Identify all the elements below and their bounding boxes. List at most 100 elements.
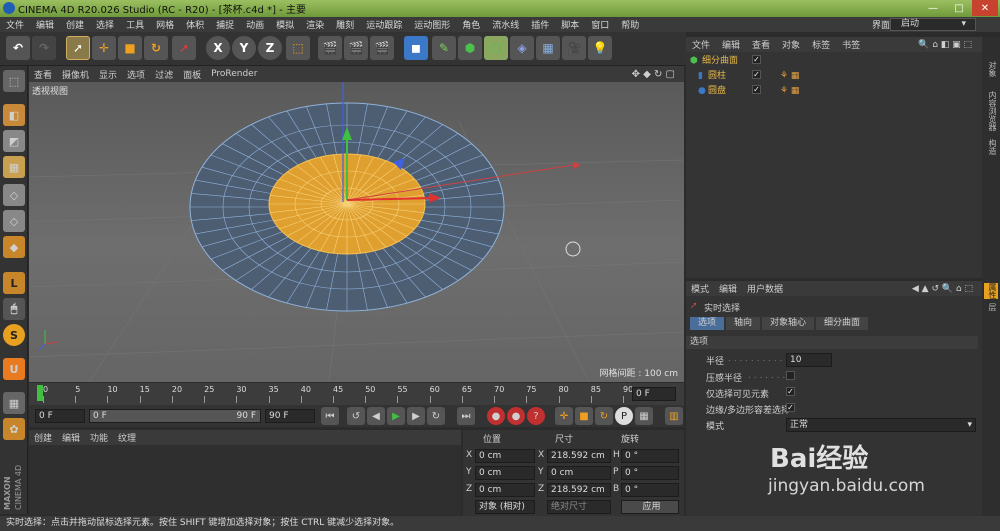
size-mode-select[interactable]: 绝对尺寸 bbox=[547, 500, 611, 514]
object-row[interactable]: ▮ 圆柱 ✓ ⚘ ▦ bbox=[686, 70, 982, 83]
tab-object-axis[interactable]: 对象轴心 bbox=[762, 317, 814, 330]
x-axis-toggle[interactable]: X bbox=[206, 36, 230, 60]
material-menu-create[interactable]: 创建 bbox=[29, 431, 57, 444]
material-menu-texture[interactable]: 纹理 bbox=[113, 431, 141, 444]
attribute-menu-mode[interactable]: 模式 bbox=[686, 282, 714, 295]
pen-spline-icon[interactable]: ✎ bbox=[432, 36, 456, 60]
previous-frame-icon[interactable]: ◀ bbox=[367, 407, 385, 425]
z-axis-toggle[interactable]: Z bbox=[258, 36, 282, 60]
apply-button[interactable]: 应用 bbox=[621, 500, 679, 514]
tab-structure[interactable]: 构造 bbox=[984, 139, 998, 155]
edge-tolerance-checkbox[interactable]: ✓ bbox=[786, 403, 795, 412]
end-frame-field[interactable]: 90 F bbox=[265, 409, 315, 423]
viewport-menu-filter[interactable]: 过滤 bbox=[150, 68, 178, 81]
key-pla-icon[interactable]: ▦ bbox=[635, 407, 653, 425]
object-row[interactable]: ⬢ 细分曲面 ✓ bbox=[686, 55, 982, 68]
minimize-button[interactable]: — bbox=[920, 0, 946, 16]
viewport-menu-camera[interactable]: 摄像机 bbox=[57, 68, 94, 81]
menu-animate[interactable]: 动画 bbox=[240, 18, 270, 31]
subdivision-surface-icon[interactable]: ⬢ bbox=[458, 36, 482, 60]
material-manager[interactable] bbox=[29, 445, 461, 515]
rot-p-field[interactable]: 0 ° bbox=[621, 466, 679, 480]
menu-pipeline[interactable]: 流水线 bbox=[486, 18, 525, 31]
size-z-field[interactable]: 218.592 cm bbox=[547, 483, 611, 497]
size-y-field[interactable]: 0 cm bbox=[547, 466, 611, 480]
menu-window[interactable]: 窗口 bbox=[585, 18, 615, 31]
menu-edit[interactable]: 编辑 bbox=[30, 18, 60, 31]
mode-select[interactable]: 正常 ▾ bbox=[786, 418, 976, 432]
keyframe-selection-icon[interactable]: ? bbox=[527, 407, 545, 425]
tag-icon[interactable]: ⚘ ▦ bbox=[780, 85, 799, 98]
start-frame-field[interactable]: 0 F bbox=[35, 409, 85, 423]
menu-render[interactable]: 渲染 bbox=[300, 18, 330, 31]
timeline-window-icon[interactable]: ▥ bbox=[665, 407, 683, 425]
workplane-icon[interactable]: ▦ bbox=[3, 156, 25, 178]
menu-plugins[interactable]: 插件 bbox=[525, 18, 555, 31]
object-menu-tags[interactable]: 标签 bbox=[806, 38, 836, 51]
viewport-menu-options[interactable]: 选项 bbox=[122, 68, 150, 81]
menu-volume[interactable]: 体积 bbox=[180, 18, 210, 31]
lock-workplane-icon[interactable]: ▦ bbox=[3, 392, 25, 414]
play-icon[interactable]: ▶ bbox=[387, 407, 405, 425]
rotate-icon[interactable]: ↻ bbox=[144, 36, 168, 60]
key-scale-icon[interactable]: ■ bbox=[575, 407, 593, 425]
y-axis-toggle[interactable]: Y bbox=[232, 36, 256, 60]
scale-icon[interactable]: ■ bbox=[118, 36, 142, 60]
visibility-toggle[interactable]: ✓ bbox=[752, 55, 761, 64]
tweak-mode-icon[interactable]: 🖱 bbox=[3, 298, 25, 320]
menu-simulate[interactable]: 模拟 bbox=[270, 18, 300, 31]
object-name[interactable]: 细分曲面 bbox=[702, 55, 738, 68]
tab-objects-vertical[interactable]: 对象 bbox=[984, 61, 998, 77]
next-frame-icon[interactable]: ▶ bbox=[407, 407, 425, 425]
menu-snap[interactable]: 捕捉 bbox=[210, 18, 240, 31]
points-mode-icon[interactable]: ◇ bbox=[3, 184, 25, 206]
tab-options[interactable]: 选项 bbox=[690, 317, 724, 330]
recent-tool-icon[interactable]: ➚ bbox=[172, 36, 196, 60]
object-row[interactable]: ● 圆盘 ✓ ⚘ ▦ bbox=[686, 85, 982, 98]
attribute-nav-icons[interactable]: ◀ ▲ ↺ 🔍 ⌂ ⬚ bbox=[907, 284, 978, 294]
visibility-toggle[interactable]: ✓ bbox=[752, 70, 761, 79]
object-menu-bookmarks[interactable]: 书签 bbox=[836, 38, 866, 51]
menu-mesh[interactable]: 网格 bbox=[150, 18, 180, 31]
menu-character[interactable]: 角色 bbox=[456, 18, 486, 31]
model-mode-icon[interactable]: ◧ bbox=[3, 104, 25, 126]
render-view-icon[interactable]: 🎬 bbox=[318, 36, 342, 60]
record-keys-icon[interactable]: ● bbox=[487, 407, 505, 425]
object-menu-edit[interactable]: 编辑 bbox=[716, 38, 746, 51]
render-picture-viewer-icon[interactable]: 🎬 bbox=[344, 36, 368, 60]
redo-button[interactable]: ↷ bbox=[32, 36, 56, 60]
timeline-ruler[interactable]: 0 5 10 15 20 25 30 35 40 45 50 55 60 65 70 75 80 85 90 0 F bbox=[29, 383, 684, 405]
menu-sculpt[interactable]: 雕刻 bbox=[330, 18, 360, 31]
coord-mode-select[interactable]: 对象 (相对) bbox=[475, 500, 535, 514]
floor-icon[interactable]: ▦ bbox=[536, 36, 560, 60]
tab-attributes[interactable]: 属性 bbox=[984, 283, 998, 299]
rot-h-field[interactable]: 0 ° bbox=[621, 449, 679, 463]
menu-script[interactable]: 脚本 bbox=[555, 18, 585, 31]
object-name[interactable]: 圆柱 bbox=[708, 70, 726, 83]
tab-content-browser[interactable]: 内容浏览器 bbox=[984, 91, 998, 131]
key-parameter-icon[interactable]: P bbox=[615, 407, 633, 425]
current-frame-field[interactable]: 0 F bbox=[632, 387, 676, 401]
size-x-field[interactable]: 218.592 cm bbox=[547, 449, 611, 463]
coordinate-system-icon[interactable]: ⬚ bbox=[286, 36, 310, 60]
edges-mode-icon[interactable]: ◇ bbox=[3, 210, 25, 232]
material-menu-edit[interactable]: 编辑 bbox=[57, 431, 85, 444]
viewport-menu-view[interactable]: 查看 bbox=[29, 68, 57, 81]
move-icon[interactable]: ✛ bbox=[92, 36, 116, 60]
make-editable-icon[interactable]: ⬚ bbox=[3, 70, 25, 92]
maximize-button[interactable]: □ bbox=[946, 0, 972, 16]
pos-x-field[interactable]: 0 cm bbox=[475, 449, 535, 463]
viewport-nav-icons[interactable]: ✥ ◆ ↻ ▢ bbox=[627, 69, 680, 80]
material-menu-function[interactable]: 功能 bbox=[85, 431, 113, 444]
menu-motion-tracking[interactable]: 运动跟踪 bbox=[360, 18, 408, 31]
menu-tools[interactable]: 工具 bbox=[120, 18, 150, 31]
menu-create[interactable]: 创建 bbox=[60, 18, 90, 31]
viewport-menu-panel[interactable]: 面板 bbox=[178, 68, 206, 81]
camera-icon[interactable]: 🎥 bbox=[562, 36, 586, 60]
object-menu-objects[interactable]: 对象 bbox=[776, 38, 806, 51]
layout-select[interactable]: 启动 ▾ bbox=[890, 18, 976, 31]
menu-file[interactable]: 文件 bbox=[0, 18, 30, 31]
viewport[interactable]: 透视视图 网格间距: 100 cm bbox=[29, 82, 684, 382]
attribute-menu-userdata[interactable]: 用户数据 bbox=[742, 282, 788, 295]
axis-mode-icon[interactable]: L bbox=[3, 272, 25, 294]
